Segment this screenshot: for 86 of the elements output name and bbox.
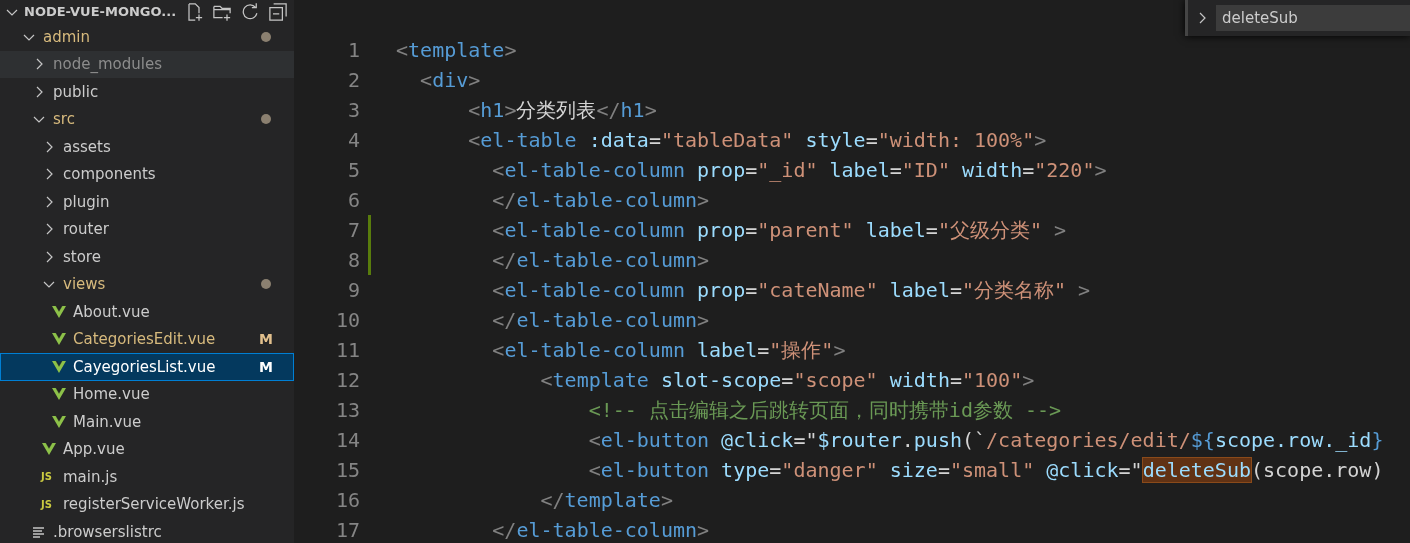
file-item[interactable]: CayegoriesList.vue M: [0, 353, 294, 381]
file-name: About.vue: [73, 302, 150, 321]
file-name: CayegoriesList.vue: [73, 357, 216, 376]
git-status-letter: M: [259, 331, 273, 348]
folder-item[interactable]: public: [0, 78, 294, 106]
modified-dot: [261, 279, 271, 290]
file-name: CategoriesEdit.vue: [73, 330, 216, 349]
line-number: 2: [346, 68, 360, 92]
file-name: main.js: [63, 467, 118, 486]
folder-item[interactable]: components: [0, 160, 294, 188]
code-line: <!-- 点击编辑之后跳转页面，同时携带id参数 -->: [587, 396, 1062, 424]
line-number: 6: [346, 188, 360, 212]
vue-file-icon: [51, 413, 67, 430]
code-line: </el-table-column>: [491, 188, 710, 212]
file-item[interactable]: JS main.js: [0, 463, 294, 491]
code-line: </el-table-column>: [491, 248, 710, 272]
collapse-all-icon[interactable]: [268, 1, 288, 22]
file-name: Main.vue: [73, 412, 142, 431]
line-number: 1: [346, 38, 360, 62]
folder-item[interactable]: router: [0, 215, 294, 243]
line-number: 12: [334, 368, 360, 392]
line-number: 8: [346, 248, 360, 272]
file-name: router: [63, 220, 109, 239]
code-line: </el-table-column>: [491, 308, 710, 332]
line-number: 10: [334, 308, 360, 332]
line-number: 15: [334, 458, 360, 482]
folder-item[interactable]: plugin: [0, 188, 294, 216]
git-status-letter: M: [259, 358, 273, 375]
find-input-field[interactable]: deleteSub: [1216, 5, 1410, 31]
folder-item[interactable]: views: [0, 270, 294, 298]
code-line: <div>: [419, 68, 481, 92]
file-item[interactable]: Home.vue: [0, 380, 294, 408]
file-item[interactable]: .browserslistrc: [0, 518, 294, 543]
js-file-icon: JS: [41, 471, 57, 483]
file-name: src: [53, 110, 75, 129]
vue-file-icon: [51, 303, 67, 320]
file-name: App.vue: [63, 440, 125, 459]
file-name: Home.vue: [73, 385, 150, 404]
modified-dot: [261, 114, 271, 125]
file-name: plugin: [63, 192, 110, 211]
line-number: 5: [346, 158, 360, 182]
project-title: NODE-VUE-MONGO...: [24, 4, 177, 19]
file-item[interactable]: About.vue: [0, 298, 294, 326]
refresh-icon[interactable]: [240, 1, 260, 22]
file-item[interactable]: Main.vue: [0, 408, 294, 436]
code-line: <el-table-column label="操作">: [491, 336, 846, 364]
code-line: <el-table-column prop="_id" label="ID" width="220">: [491, 158, 1107, 182]
js-file-icon: JS: [41, 498, 57, 510]
file-name: admin: [43, 27, 90, 46]
folder-item[interactable]: assets: [0, 133, 294, 161]
code-line: <el-button @click="$router.push(`/categories/edit/${scope.row._id}: [587, 428, 1384, 452]
line-number: 11: [334, 338, 360, 362]
code-line: <el-table-column prop="cateName" label="分类名称" >: [491, 276, 1091, 304]
modified-dot: [261, 31, 271, 42]
line-number: 17: [334, 518, 360, 542]
folder-item[interactable]: admin: [0, 23, 294, 51]
file-name: assets: [63, 137, 111, 156]
line-number: 16: [334, 488, 360, 512]
code-line: <el-button type="danger" size="small" @click="deleteSub(scope.row): [587, 458, 1384, 482]
folder-item[interactable]: src: [0, 105, 294, 133]
file-name: .browserslistrc: [53, 522, 162, 541]
line-number: 9: [346, 278, 360, 302]
code-line: </template>: [539, 488, 673, 512]
file-name: store: [63, 247, 101, 266]
code-line: <h1>分类列表</h1>: [467, 96, 657, 124]
file-name: views: [63, 275, 106, 294]
file-name: registerServiceWorker.js: [63, 495, 245, 514]
code-line: <template slot-scope="scope" width="100">: [539, 368, 1035, 392]
folder-item[interactable]: node_modules: [0, 50, 294, 78]
code-line: </el-table-column>: [491, 518, 710, 542]
folder-item[interactable]: store: [0, 243, 294, 271]
code-line: <template>: [396, 38, 517, 62]
code-line: <el-table :data="tableData" style="width: 100%">: [467, 128, 1047, 152]
line-number: 7: [346, 218, 360, 242]
line-number: 3: [346, 98, 360, 122]
file-item[interactable]: JS registerServiceWorker.js: [0, 490, 294, 518]
line-number: 4: [346, 128, 360, 152]
file-item[interactable]: CategoriesEdit.vue M: [0, 325, 294, 353]
vue-file-icon: [51, 358, 67, 375]
line-number: 13: [334, 398, 360, 422]
file-item[interactable]: App.vue: [0, 435, 294, 463]
line-number: 14: [334, 428, 360, 452]
file-name: node_modules: [53, 55, 162, 74]
file-name: public: [53, 82, 99, 101]
code-line: <el-table-column prop="parent" label="父级分类" >: [491, 216, 1067, 244]
file-name: components: [63, 165, 156, 184]
